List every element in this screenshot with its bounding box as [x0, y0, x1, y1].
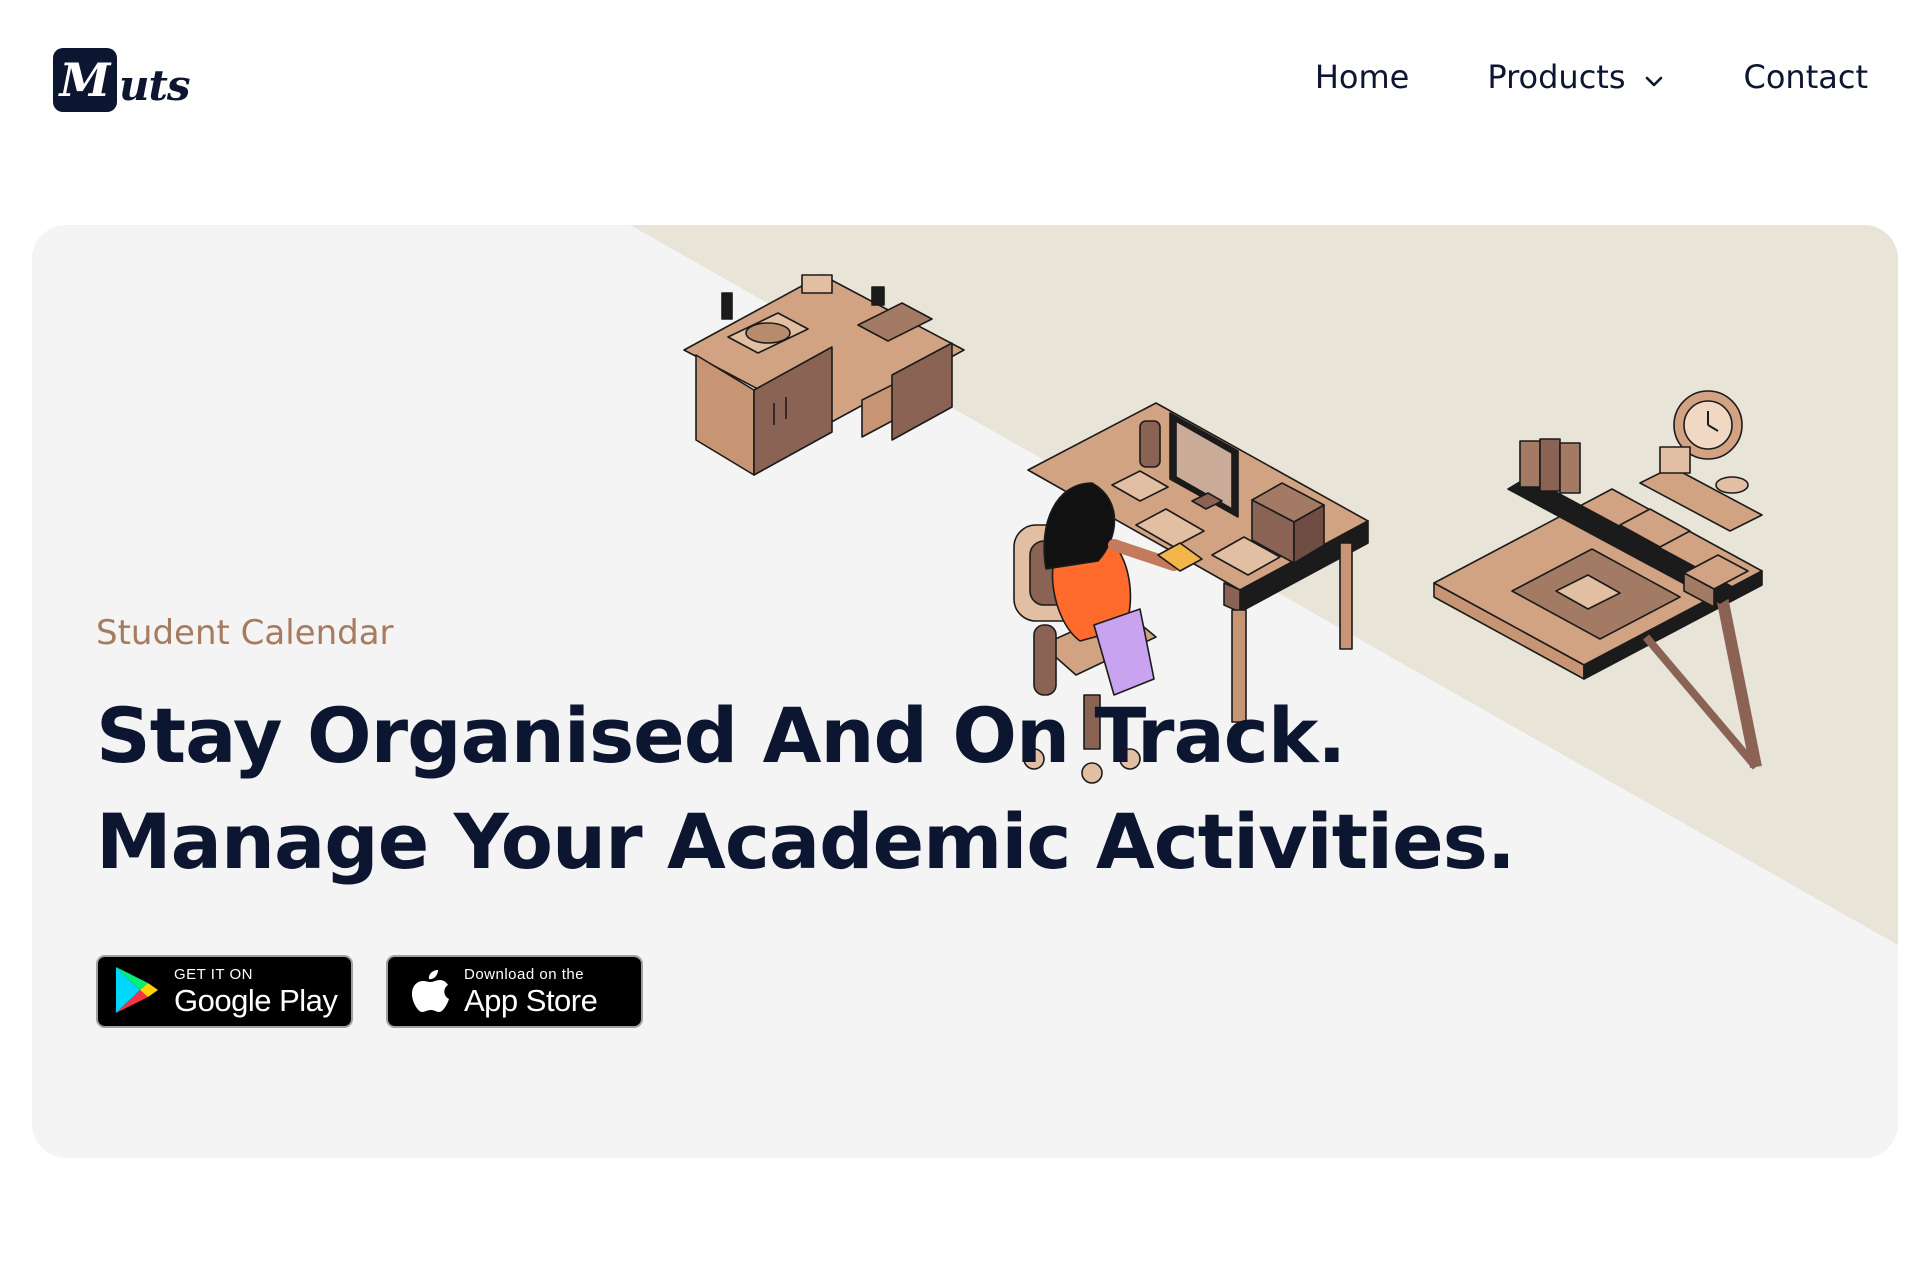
google-play-small-text: GET IT ON: [174, 965, 253, 983]
google-play-icon: [114, 965, 160, 1019]
chevron-down-icon: [1644, 58, 1664, 96]
app-store-small-text: Download on the: [464, 965, 585, 983]
nav-products-dropdown[interactable]: Products: [1487, 58, 1663, 96]
site-header: M uts Home Products Contact: [0, 0, 1920, 160]
logo-wordmark: uts: [119, 60, 191, 110]
logo-mark: M: [53, 48, 117, 112]
nav-products-label: Products: [1487, 58, 1626, 96]
hero-headline-line2: Manage Your Academic Activities.: [96, 797, 1516, 886]
app-store-big-text: App Store: [464, 982, 598, 1018]
nav-contact-label: Contact: [1743, 58, 1869, 96]
google-play-button[interactable]: GET IT ON Google Play: [96, 955, 353, 1028]
hero-card: Student Calendar Stay Organised And On T…: [32, 225, 1898, 1158]
app-store-button[interactable]: Download on the App Store: [386, 955, 643, 1028]
apple-icon: [410, 966, 450, 1018]
logo[interactable]: M uts: [53, 48, 191, 112]
main-nav: Home Products Contact: [1315, 58, 1868, 96]
hero-text: Student Calendar Stay Organised And On T…: [96, 613, 1516, 895]
hero-headline-line1: Stay Organised And On Track.: [96, 691, 1346, 780]
nav-home-link[interactable]: Home: [1315, 58, 1410, 96]
google-play-big-text: Google Play: [174, 982, 338, 1018]
store-buttons: GET IT ON Google Play Download on the Ap…: [96, 955, 643, 1028]
nav-home-label: Home: [1314, 58, 1410, 96]
hero-headline: Stay Organised And On Track. Manage Your…: [96, 683, 1516, 895]
hero-subtitle: Student Calendar: [96, 613, 394, 653]
nav-contact-link[interactable]: Contact: [1744, 58, 1869, 96]
